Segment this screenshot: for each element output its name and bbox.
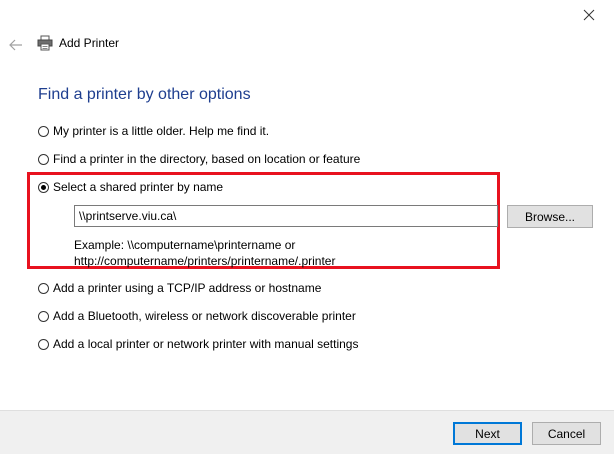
radio-shared-printer[interactable] [38, 181, 49, 193]
browse-button[interactable]: Browse... [507, 205, 593, 228]
option-local-manual[interactable]: Add a local printer or network printer w… [38, 337, 358, 351]
close-icon [583, 9, 595, 21]
option-label: My printer is a little older. Help me fi… [53, 124, 270, 138]
radio-local-manual[interactable] [38, 338, 49, 350]
shared-printer-name-input[interactable] [74, 205, 498, 227]
example-text: Example: \\computername\printername or h… [74, 237, 335, 269]
option-label: Find a printer in the directory, based o… [53, 152, 361, 166]
radio-directory-search[interactable] [38, 153, 49, 165]
radio-older-printer[interactable] [38, 125, 49, 137]
window-title: Add Printer [59, 36, 120, 50]
radio-tcpip[interactable] [38, 282, 49, 294]
option-bluetooth-wireless[interactable]: Add a Bluetooth, wireless or network dis… [38, 309, 356, 323]
window-header: Add Printer [37, 35, 119, 51]
option-older-printer[interactable]: My printer is a little older. Help me fi… [38, 124, 269, 138]
add-printer-window: Add Printer Find a printer by other opti… [0, 0, 614, 454]
page-title: Find a printer by other options [38, 86, 251, 103]
option-label: Add a Bluetooth, wireless or network dis… [53, 309, 356, 323]
example-line-2: http://computername/printers/printername… [74, 254, 336, 268]
option-label: Select a shared printer by name [53, 180, 224, 194]
next-button[interactable]: Next [453, 422, 522, 445]
option-directory-search[interactable]: Find a printer in the directory, based o… [38, 152, 360, 166]
option-label: Add a printer using a TCP/IP address or … [53, 281, 322, 295]
radio-bluetooth-wireless[interactable] [38, 310, 49, 322]
printer-icon [37, 35, 53, 51]
option-label: Add a local printer or network printer w… [53, 337, 359, 351]
option-tcpip[interactable]: Add a printer using a TCP/IP address or … [38, 281, 321, 295]
footer-bar: Next Cancel [0, 410, 614, 454]
option-shared-printer[interactable]: Select a shared printer by name [38, 180, 223, 194]
back-button[interactable] [6, 36, 26, 54]
back-arrow-icon [9, 39, 22, 51]
close-button[interactable] [578, 4, 600, 26]
cancel-button[interactable]: Cancel [532, 422, 601, 445]
example-line-1: Example: \\computername\printername or [74, 238, 296, 252]
